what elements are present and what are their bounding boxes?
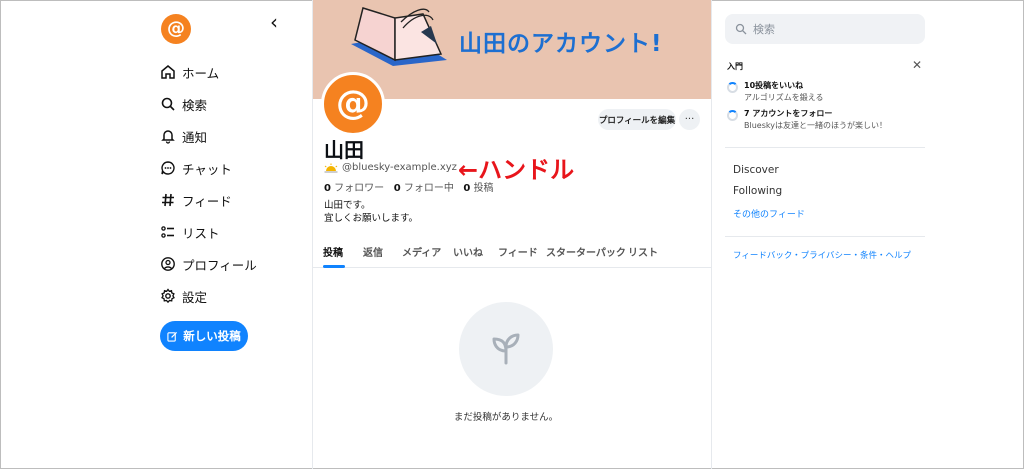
sidebar-item-lists[interactable]: リスト <box>160 216 257 248</box>
sidebar-item-search[interactable]: 検索 <box>160 88 257 120</box>
back-chevron-icon[interactable]: ‹ <box>270 10 278 34</box>
sidebar-item-label: 検索 <box>182 97 208 113</box>
task-title: 10投稿をいいね <box>744 81 804 90</box>
search-icon <box>735 23 747 35</box>
followers-count[interactable]: 0 <box>324 183 331 194</box>
sidebar-item-label: 設定 <box>182 289 208 305</box>
intro-title: 入門 <box>727 62 743 71</box>
home-icon <box>160 64 176 80</box>
posts-count: 0 <box>463 183 471 194</box>
search-icon <box>160 96 176 112</box>
tab-likes[interactable]: いいね <box>453 244 483 259</box>
sidebar-item-label: フィード <box>182 193 232 209</box>
sidebar-item-label: 通知 <box>182 129 208 145</box>
profile-handle: @bluesky-example.xyz <box>342 162 457 173</box>
tab-media[interactable]: メディア <box>402 244 441 259</box>
chat-icon <box>160 160 176 176</box>
sidebar-item-notifications[interactable]: 通知 <box>160 120 257 152</box>
handle-row: @bluesky-example.xyz <box>324 162 457 173</box>
sidebar-item-settings[interactable]: 設定 <box>160 280 257 312</box>
gear-icon <box>160 288 176 304</box>
footer-links[interactable]: フィードバック・プライバシー・条件・ヘルプ <box>733 249 911 261</box>
profile-tabs: 投稿 返信 メディア いいね フィード スターターパック リスト <box>313 240 711 268</box>
feed-link-following[interactable]: Following <box>733 185 782 197</box>
profile-avatar[interactable]: @ <box>321 72 385 136</box>
more-feeds-link[interactable]: その他のフィード <box>733 207 805 220</box>
sidebar-item-profile[interactable]: プロフィール <box>160 248 257 280</box>
divider <box>725 236 925 237</box>
new-post-label: 新しい投稿 <box>183 329 241 343</box>
tab-starter-packs[interactable]: スターターパック <box>546 244 626 259</box>
following-label[interactable]: フォロー中 <box>404 183 454 194</box>
sidebar-item-label: ホーム <box>182 65 220 81</box>
list-icon <box>160 224 176 240</box>
task-subtitle: アルゴリズムを鍛える <box>744 93 824 102</box>
bio-line: 宜しくお願いします。 <box>324 213 419 224</box>
edit-profile-button[interactable]: プロフィールを編集 <box>598 109 676 130</box>
close-icon[interactable]: ✕ <box>912 58 922 72</box>
following-count[interactable]: 0 <box>394 183 401 194</box>
divider <box>725 147 925 148</box>
task-item[interactable]: 7 アカウントをフォロー Blueskyは友達と一緒のほうが楽しい！ <box>727 108 887 131</box>
tab-lists[interactable]: リスト <box>628 244 658 259</box>
more-options-button[interactable]: ··· <box>679 109 700 130</box>
search-placeholder: 検索 <box>753 23 775 36</box>
profile-name: 山田 <box>324 138 364 162</box>
empty-state-illustration <box>459 302 553 396</box>
profile-main: 山田のアカウント! @ プロフィールを編集 ··· 山田 @bluesky-ex… <box>312 0 712 469</box>
sprout-icon <box>492 333 520 365</box>
sidebar-nav: ホーム 検索 通知 チャット フィード リスト プロフィール 設定 <box>160 56 257 312</box>
tab-feeds[interactable]: フィード <box>498 244 538 259</box>
sidebar-item-label: チャット <box>182 161 232 177</box>
tab-replies[interactable]: 返信 <box>363 244 383 259</box>
avatar-logo[interactable]: @ <box>161 14 191 44</box>
compose-icon <box>167 331 178 342</box>
progress-ring-icon <box>727 110 738 121</box>
empty-state-text: まだ投稿がありません。 <box>453 412 559 423</box>
sidebar-item-label: リスト <box>182 225 220 241</box>
sidebar-item-chat[interactable]: チャット <box>160 152 257 184</box>
search-input[interactable]: 検索 <box>725 14 925 44</box>
new-post-button[interactable]: 新しい投稿 <box>160 321 248 351</box>
tab-posts[interactable]: 投稿 <box>323 244 343 259</box>
bell-icon <box>160 128 176 144</box>
hash-icon <box>160 192 176 208</box>
profile-stats: 0 フォロワー 0 フォロー中 0 投稿 <box>324 179 494 194</box>
feed-link-discover[interactable]: Discover <box>733 164 779 176</box>
profile-bio: 山田です。 宜しくお願いします。 <box>324 199 418 225</box>
progress-ring-icon <box>727 82 738 93</box>
task-title: 7 アカウントをフォロー <box>744 109 833 118</box>
sun-icon <box>324 163 338 172</box>
posts-label: 投稿 <box>473 183 494 194</box>
profile-icon <box>160 256 176 272</box>
banner-title: 山田のアカウント! <box>459 31 663 57</box>
task-subtitle: Blueskyは友達と一緒のほうが楽しい！ <box>744 121 887 130</box>
task-item[interactable]: 10投稿をいいね アルゴリズムを鍛える <box>727 80 824 103</box>
sidebar-item-home[interactable]: ホーム <box>160 56 257 88</box>
sidebar-item-label: プロフィール <box>182 257 257 273</box>
active-tab-indicator <box>323 265 345 268</box>
bio-line: 山田です。 <box>324 200 371 211</box>
followers-label[interactable]: フォロワー <box>334 183 384 194</box>
sidebar-item-feeds[interactable]: フィード <box>160 184 257 216</box>
